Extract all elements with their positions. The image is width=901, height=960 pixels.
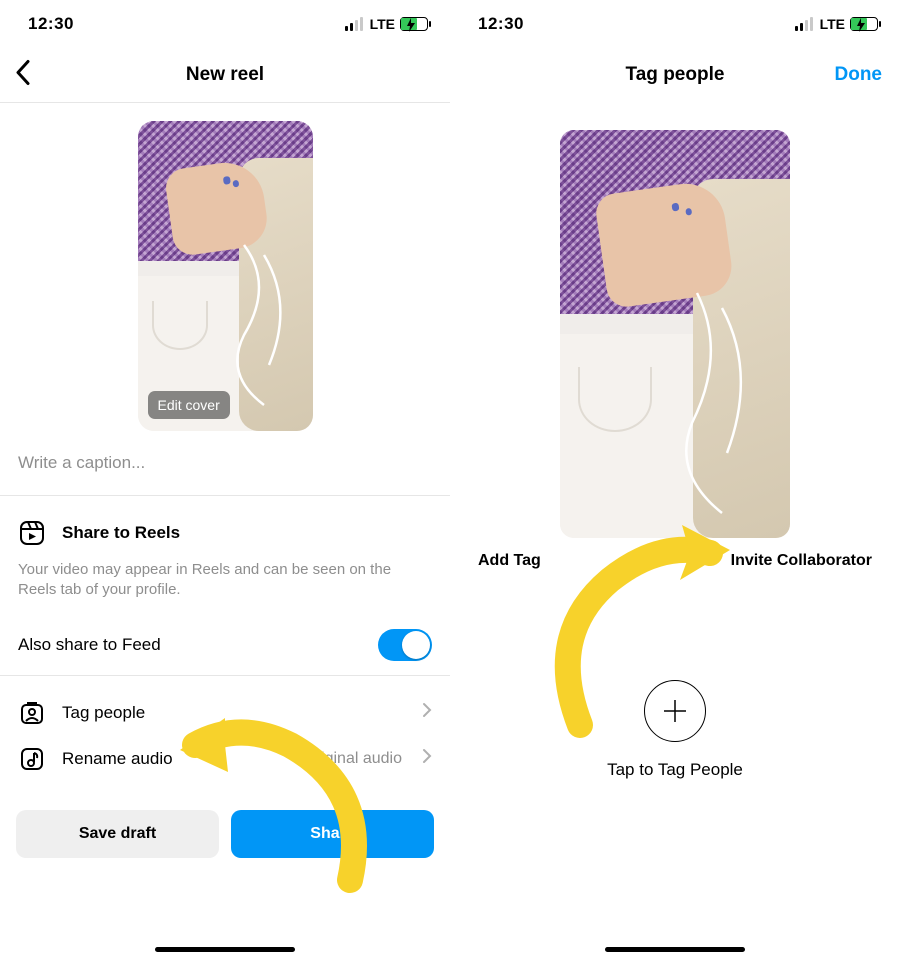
page-title: New reel [186,64,264,86]
audio-value: Original audio [303,750,402,768]
nav-bar: New reel [0,48,450,102]
battery-icon [850,17,878,31]
share-to-reels-sub: Your video may appear in Reels and can b… [18,560,432,601]
tag-image-preview[interactable] [560,130,790,538]
signal-icon [795,17,813,31]
status-bar: 12:30 LTE [0,0,450,48]
tap-to-tag-label: Tap to Tag People [607,760,743,780]
reels-icon [18,520,46,546]
tap-to-tag-button[interactable] [644,680,706,742]
done-button[interactable]: Done [835,64,883,86]
share-to-reels-label: Share to Reels [62,523,432,543]
home-indicator[interactable] [155,947,295,952]
home-indicator[interactable] [605,947,745,952]
status-time: 12:30 [28,14,74,34]
chevron-right-icon [422,748,432,769]
audio-icon [18,746,46,772]
network-label: LTE [820,16,845,32]
status-time: 12:30 [478,14,524,34]
edit-cover-button[interactable]: Edit cover [148,391,230,419]
tag-people-row[interactable]: Tag people [18,690,432,736]
share-button[interactable]: Share [231,810,434,858]
status-indicators: LTE [345,16,428,32]
signal-icon [345,17,363,31]
also-share-feed-label: Also share to Feed [18,635,378,655]
invite-collaborator-button[interactable]: Invite Collaborator [731,552,872,570]
reel-cover[interactable]: Edit cover [138,121,313,431]
caption-input[interactable]: Write a caption... [0,431,450,495]
page-title: Tag people [626,64,725,86]
also-share-feed-toggle[interactable] [378,629,432,661]
status-bar: 12:30 LTE [450,0,900,48]
nav-bar: Tag people Done [450,48,900,102]
status-indicators: LTE [795,16,878,32]
rename-audio-label: Rename audio [62,749,287,769]
battery-icon [400,17,428,31]
tag-people-label: Tag people [62,703,406,723]
back-button[interactable] [14,60,32,91]
add-tag-button[interactable]: Add Tag [478,552,541,570]
rename-audio-row[interactable]: Rename audio Original audio [18,736,432,782]
network-label: LTE [370,16,395,32]
chevron-right-icon [422,702,432,723]
save-draft-button[interactable]: Save draft [16,810,219,858]
person-tag-icon [18,700,46,726]
share-to-reels-row: Share to Reels [18,510,432,556]
